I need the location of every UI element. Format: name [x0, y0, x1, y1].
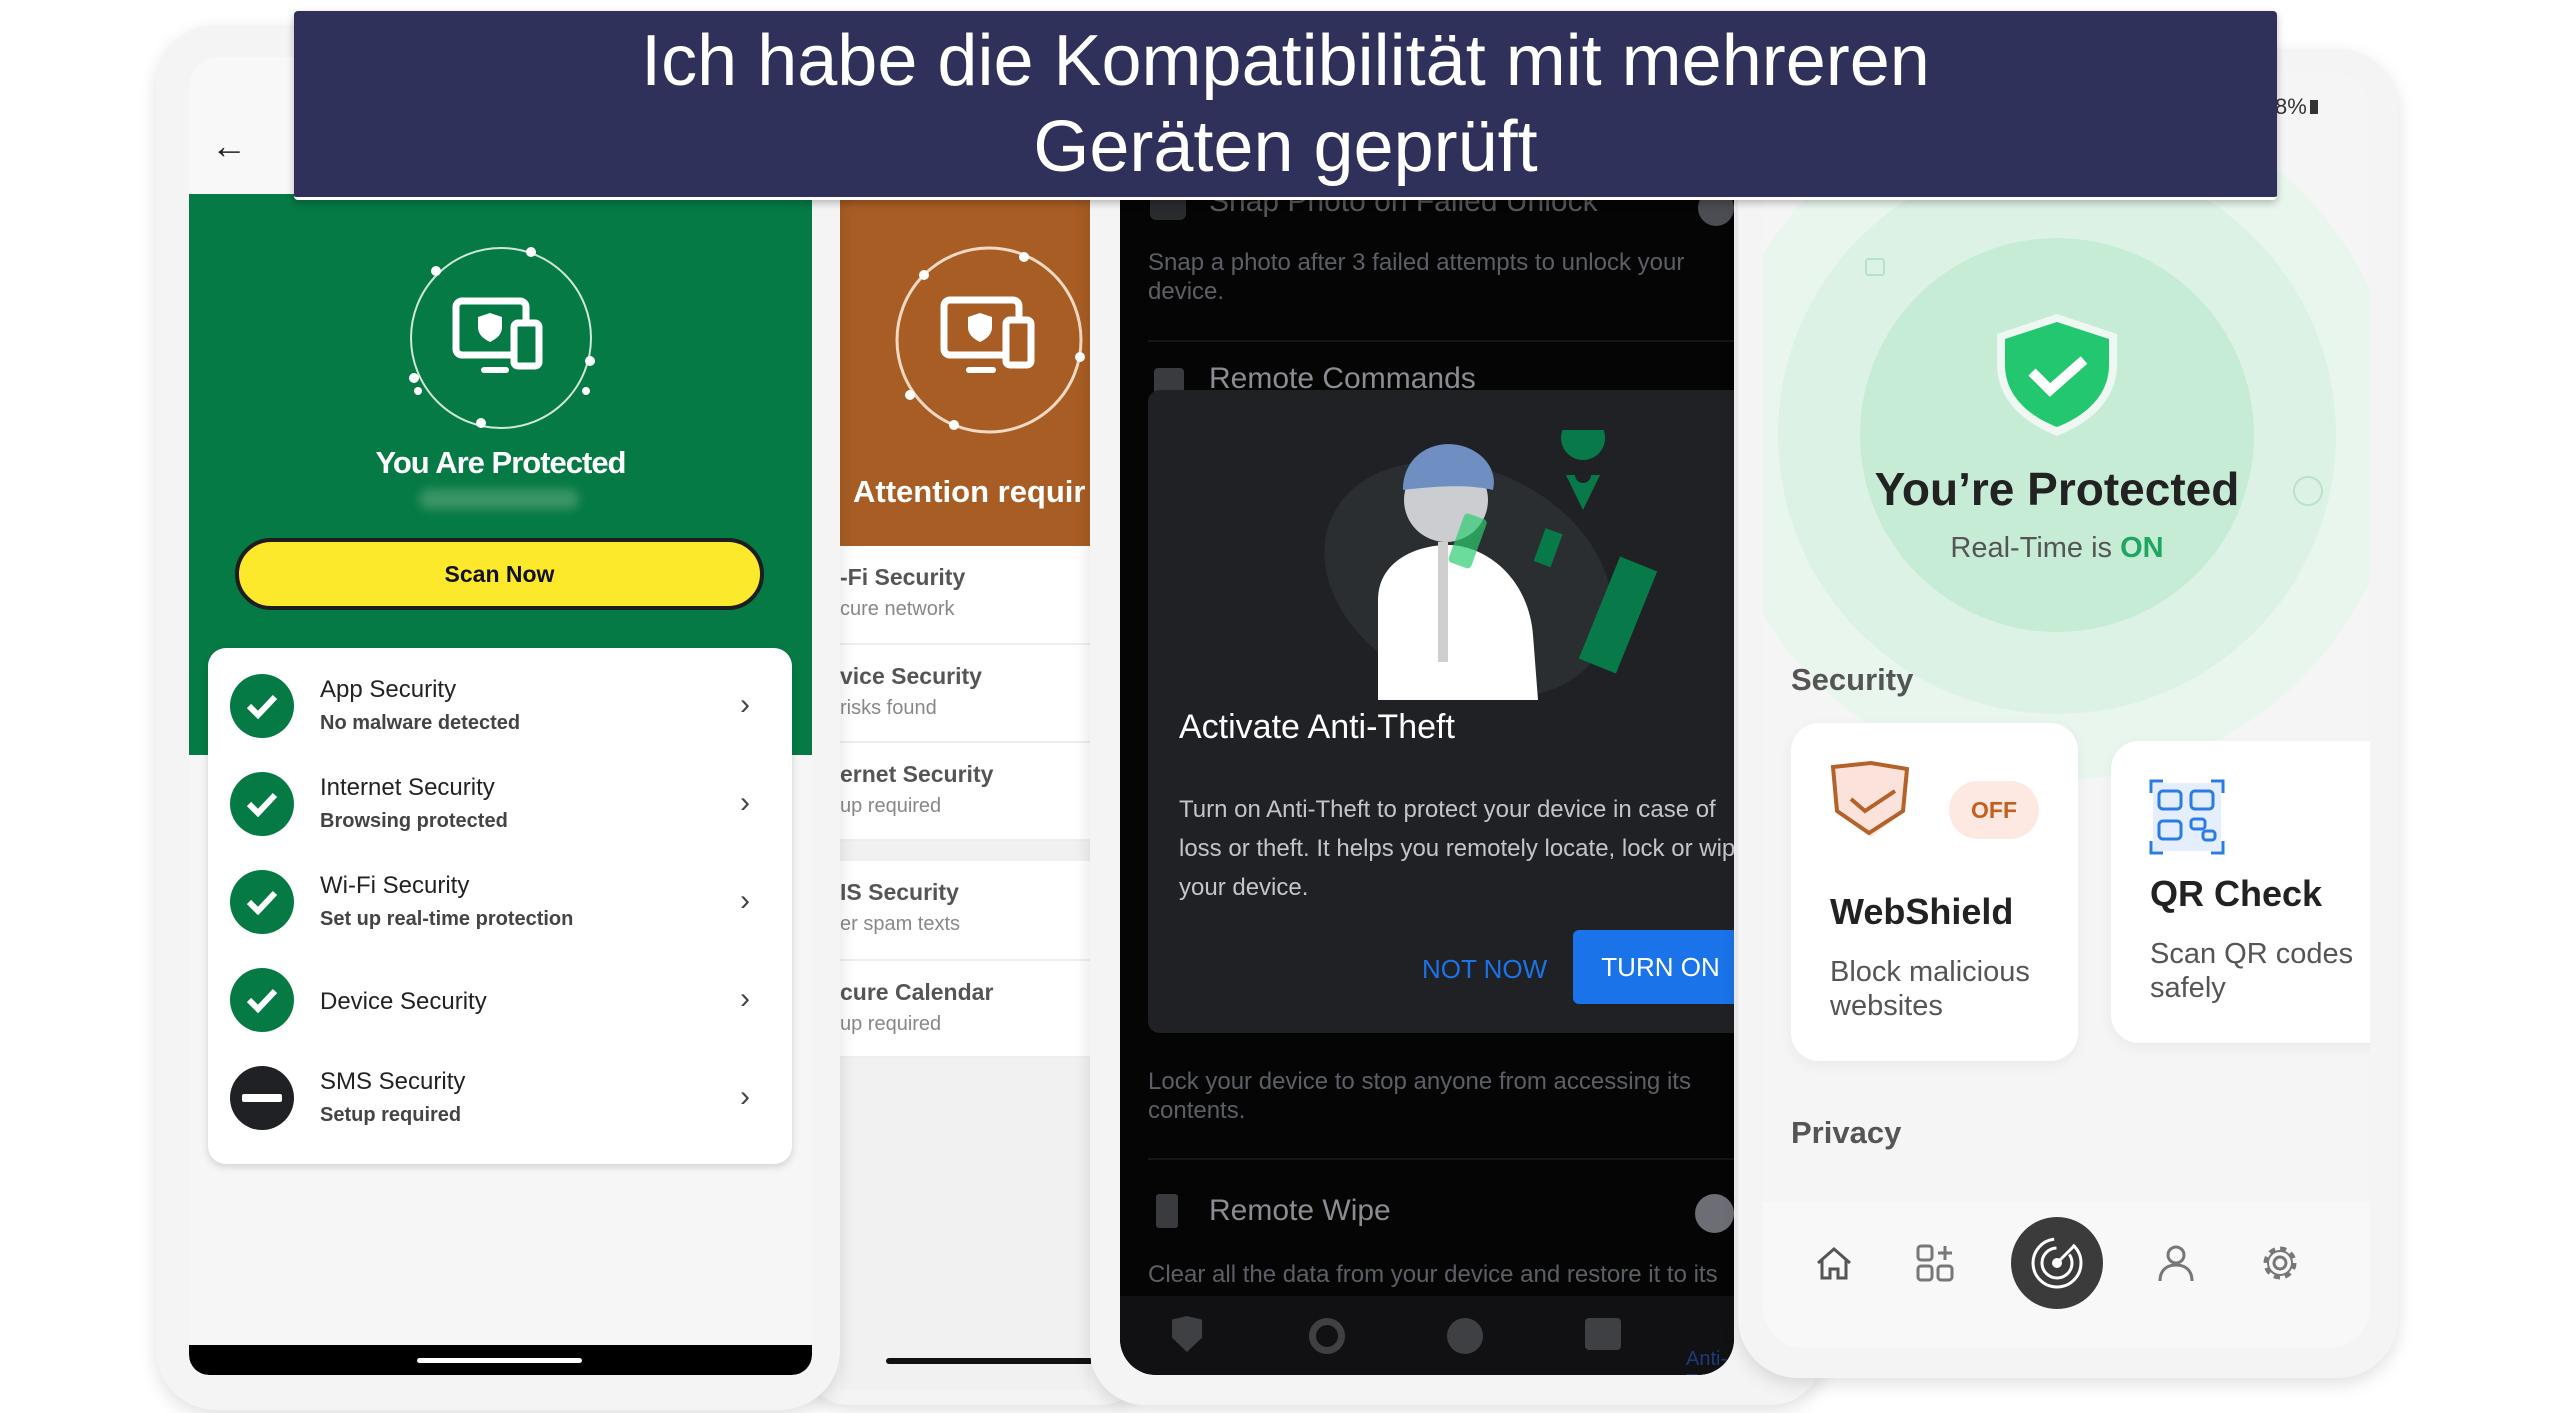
chevron-right-icon: ›	[740, 688, 750, 721]
globe-icon[interactable]	[1447, 1318, 1483, 1354]
divider	[1148, 340, 1734, 342]
headline-banner: Ich habe die Kompatibilität mit mehreren…	[294, 11, 2277, 200]
battery-status: 8%	[2275, 94, 2318, 120]
anti-theft-illustration	[1324, 430, 1658, 700]
realtime-on-badge: ON	[2120, 532, 2164, 564]
check-circle-icon	[230, 772, 294, 836]
list-item-device-security[interactable]: Device Security ›	[208, 952, 792, 1050]
attention-header: Attention requir	[840, 194, 1091, 546]
deco-square	[1865, 258, 1885, 276]
scan-now-button[interactable]: Scan Now	[235, 538, 764, 610]
list-item[interactable]: vice Security risks found	[840, 645, 1091, 743]
battery-icon	[2309, 100, 2318, 114]
phone-screen-3: Snap Photo on Failed Unlock Snap a photo…	[1120, 150, 1734, 1375]
chevron-right-icon: ›	[740, 982, 750, 1015]
chevron-right-icon: ›	[740, 884, 750, 917]
remote-wipe-title: Remote Wipe	[1209, 1194, 1391, 1227]
check-circle-icon	[230, 674, 294, 738]
webshield-shield-icon	[1830, 761, 1910, 837]
turn-on-button[interactable]: TURN ON	[1573, 930, 1734, 1004]
check-circle-icon	[230, 870, 294, 934]
shield-check-icon[interactable]	[1172, 1316, 1202, 1352]
blurred-subtitle	[419, 489, 579, 509]
system-nav-bar	[189, 1345, 812, 1375]
phone-screen-2: Attention requir -Fi Security cure networ…	[840, 150, 1091, 1390]
realtime-status: Real-Time is ON	[1950, 532, 2164, 564]
devices-shield-icon	[409, 247, 595, 429]
scan-radar-icon[interactable]	[2011, 1217, 2103, 1309]
list-item[interactable]: ernet Security up required	[840, 743, 1091, 841]
qr-check-title: QR Check	[2150, 873, 2323, 914]
nav-label-anti-theft[interactable]: Anti-T	[1686, 1348, 1734, 1375]
webshield-description: Block malicious websites	[1830, 956, 2030, 1022]
dialog-body: Turn on Anti-Theft to protect your devic…	[1179, 796, 1734, 901]
list-item[interactable]: cure Calendar up required	[840, 961, 1091, 1058]
home-icon[interactable]	[1813, 1242, 1855, 1284]
security-list-card: App Security No malware detected › Inter…	[208, 648, 792, 1164]
scan-icon[interactable]	[1309, 1318, 1345, 1354]
qr-check-description: Scan QR codes safely	[2150, 938, 2354, 1004]
qr-check-card[interactable]: QR Check Scan QR codes safely	[2111, 741, 2370, 1043]
bottom-nav	[1763, 1202, 2370, 1348]
headline-line-2: Geräten geprüft	[1033, 107, 1538, 187]
settings-icon[interactable]	[2259, 1242, 2301, 1284]
webshield-card[interactable]: OFF WebShield Block malicious websites	[1791, 723, 2078, 1061]
list-item-wifi-security[interactable]: Wi-Fi Security Set up real-time protecti…	[208, 854, 792, 952]
list-item[interactable]: IS Security er spam texts	[840, 861, 1091, 961]
list-item-app-security[interactable]: App Security No malware detected ›	[208, 658, 792, 756]
devices-shield-icon	[895, 246, 1085, 434]
list-item-sms-security[interactable]: SMS Security Setup required ›	[208, 1050, 792, 1148]
back-arrow-icon[interactable]: ←	[211, 125, 247, 167]
headline-line-1: Ich habe die Kompatibilität mit mehreren	[641, 21, 1930, 101]
not-now-button[interactable]: NOT NOW	[1422, 954, 1547, 985]
attention-title: Attention requir	[853, 474, 1086, 509]
chevron-right-icon: ›	[740, 1080, 750, 1113]
section-security: Security	[1791, 662, 1914, 697]
home-indicator	[886, 1358, 1091, 1364]
list-item[interactable]: -Fi Security cure network	[840, 546, 1091, 645]
minus-circle-icon	[230, 1066, 294, 1130]
apps-add-icon[interactable]	[1914, 1242, 1956, 1284]
phone-screen-4: 8% You’re Protected Real-Time is ON Secu…	[1763, 72, 2370, 1348]
snap-photo-description: Snap a photo after 3 failed attempts to …	[1148, 249, 1685, 305]
divider	[1148, 1158, 1734, 1160]
remote-wipe-icon	[1156, 1194, 1178, 1228]
lock-description: Lock your device to stop anyone from acc…	[1148, 1068, 1691, 1124]
chevron-right-icon: ›	[740, 786, 750, 819]
home-indicator[interactable]	[417, 1358, 582, 1363]
bottom-nav: Anti-T	[1120, 1296, 1734, 1375]
webshield-title: WebShield	[1830, 891, 2014, 932]
dialog-title: Activate Anti-Theft	[1179, 708, 1455, 746]
anti-theft-dialog: Activate Anti-Theft Turn on Anti-Theft t…	[1148, 390, 1734, 1033]
list-item-internet-security[interactable]: Internet Security Browsing protected ›	[208, 756, 792, 854]
remote-wipe-toggle[interactable]	[1695, 1194, 1734, 1233]
phone-screen-1: ← You Are Protected Scan Now App Securit…	[189, 57, 812, 1375]
scan-now-label: Scan Now	[444, 560, 555, 587]
turn-on-label: TURN ON	[1601, 951, 1720, 982]
shield-check-icon	[1997, 314, 2117, 436]
section-privacy: Privacy	[1791, 1115, 1902, 1150]
status-title: You Are Protected	[375, 445, 627, 480]
status-title: You’re Protected	[1874, 463, 2240, 515]
webshield-off-badge: OFF	[1949, 781, 2039, 839]
profile-icon[interactable]	[2155, 1242, 2197, 1284]
wipe-description: Clear all the data from your device and …	[1148, 1261, 1718, 1288]
message-alert-icon[interactable]	[1585, 1318, 1621, 1350]
check-circle-icon	[230, 968, 294, 1032]
qr-code-icon	[2149, 779, 2225, 855]
